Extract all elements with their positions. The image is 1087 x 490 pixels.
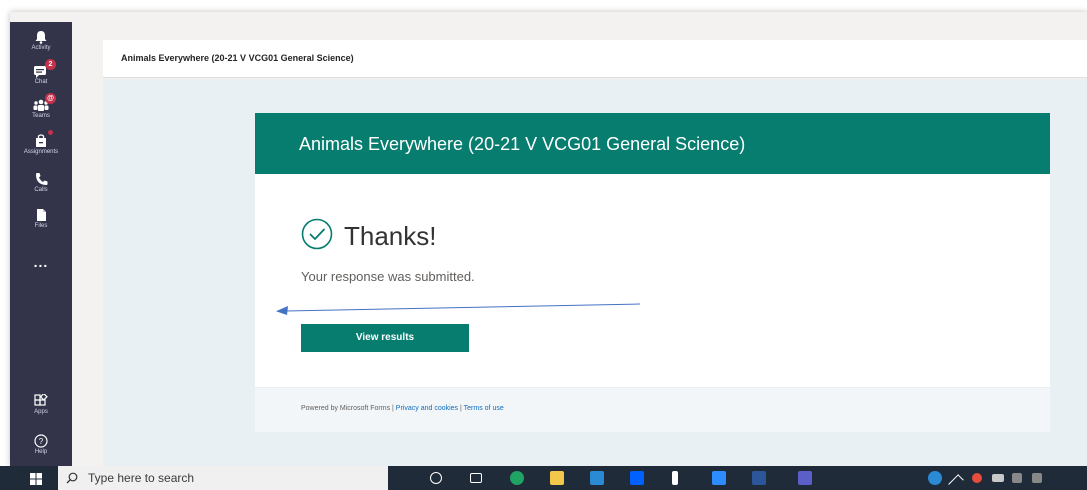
mail-icon[interactable] bbox=[590, 471, 604, 485]
apps-icon bbox=[33, 392, 49, 408]
rail-item-label: Activity bbox=[31, 45, 51, 51]
search-placeholder: Type here to search bbox=[88, 471, 195, 485]
phone-icon bbox=[33, 172, 49, 186]
chevron-up-icon[interactable] bbox=[948, 474, 964, 490]
thanks-heading: Thanks! bbox=[344, 221, 437, 251]
help-tray-icon[interactable] bbox=[928, 471, 942, 485]
rail-item-label: Help bbox=[34, 449, 48, 455]
rail-item-label: Teams bbox=[32, 113, 50, 119]
rail-item-assignments[interactable]: Assignments bbox=[10, 130, 72, 155]
rail-item-calls[interactable]: Calls bbox=[10, 172, 72, 193]
edge-icon[interactable] bbox=[510, 471, 524, 485]
windows-taskbar: Type here to search bbox=[0, 466, 1087, 490]
page-title: Animals Everywhere (20-21 V VCG01 Genera… bbox=[121, 53, 354, 63]
channel-header: Animals Everywhere (20-21 V VCG01 Genera… bbox=[103, 40, 1087, 78]
more-apps-button[interactable]: ... bbox=[10, 254, 72, 270]
rail-item-label: Chat bbox=[34, 79, 48, 85]
more-icon: ... bbox=[33, 254, 49, 270]
rail-item-teams[interactable]: @ Teams bbox=[10, 93, 72, 119]
chat-icon: 2 bbox=[33, 59, 56, 78]
rail-item-label: Files bbox=[34, 223, 48, 229]
zoom-icon[interactable] bbox=[712, 471, 726, 485]
terms-link[interactable]: Terms of use bbox=[464, 405, 504, 412]
file-explorer-icon[interactable] bbox=[550, 471, 564, 485]
task-view-icon[interactable] bbox=[470, 473, 482, 483]
taskbar-search-box[interactable]: Type here to search bbox=[58, 466, 388, 490]
assignments-icon bbox=[33, 130, 53, 148]
chat-badge: 2 bbox=[45, 59, 56, 70]
form-footer: Powered by Microsoft Forms | Privacy and… bbox=[255, 388, 1050, 432]
rail-item-chat[interactable]: 2 Chat bbox=[10, 59, 72, 85]
network-icon[interactable] bbox=[1012, 473, 1022, 483]
annotation-arrow bbox=[276, 303, 640, 315]
search-icon bbox=[66, 471, 78, 484]
submitted-message: Your response was submitted. bbox=[301, 269, 475, 284]
volume-icon[interactable] bbox=[1032, 473, 1042, 483]
bell-icon bbox=[33, 30, 49, 44]
windows-start-icon[interactable] bbox=[30, 472, 42, 485]
svg-text:?: ? bbox=[39, 437, 44, 446]
teams-badge: @ bbox=[45, 93, 56, 104]
rail-item-activity[interactable]: Activity bbox=[10, 30, 72, 51]
file-icon bbox=[33, 208, 49, 222]
rail-item-label: Calls bbox=[34, 187, 48, 193]
rail-item-apps[interactable]: Apps bbox=[10, 392, 72, 415]
form-confirmation-card: Thanks! Your response was submitted. Vie… bbox=[255, 174, 1050, 387]
dropbox-icon[interactable] bbox=[630, 471, 644, 485]
assignments-dot bbox=[48, 130, 53, 135]
rail-item-help[interactable]: ? Help bbox=[10, 434, 72, 455]
rail-item-label: Apps bbox=[34, 409, 48, 415]
app-rail: Activity 2 Chat @ Teams Assignments Call… bbox=[10, 22, 72, 466]
view-results-button[interactable]: View results bbox=[301, 324, 469, 352]
word-icon[interactable] bbox=[752, 471, 766, 485]
rail-item-files[interactable]: Files bbox=[10, 208, 72, 229]
help-icon: ? bbox=[33, 434, 49, 448]
battery-icon[interactable] bbox=[992, 474, 1004, 482]
privacy-link[interactable]: Privacy and cookies bbox=[396, 405, 458, 412]
form-title: Animals Everywhere (20-21 V VCG01 Genera… bbox=[299, 134, 746, 154]
pinned-app-icon[interactable] bbox=[672, 471, 678, 485]
check-circle-icon bbox=[301, 218, 333, 250]
footer-text: Powered by Microsoft Forms | Privacy and… bbox=[301, 405, 504, 412]
teams-icon: @ bbox=[33, 93, 56, 112]
cortana-icon[interactable] bbox=[430, 472, 442, 484]
rail-item-label: Assignments bbox=[23, 149, 59, 155]
powered-by-text: Powered by Microsoft Forms | bbox=[301, 405, 396, 412]
teams-taskbar-icon[interactable] bbox=[798, 471, 812, 485]
form-banner: Animals Everywhere (20-21 V VCG01 Genera… bbox=[255, 113, 1050, 174]
tray-app-icon[interactable] bbox=[972, 473, 982, 483]
